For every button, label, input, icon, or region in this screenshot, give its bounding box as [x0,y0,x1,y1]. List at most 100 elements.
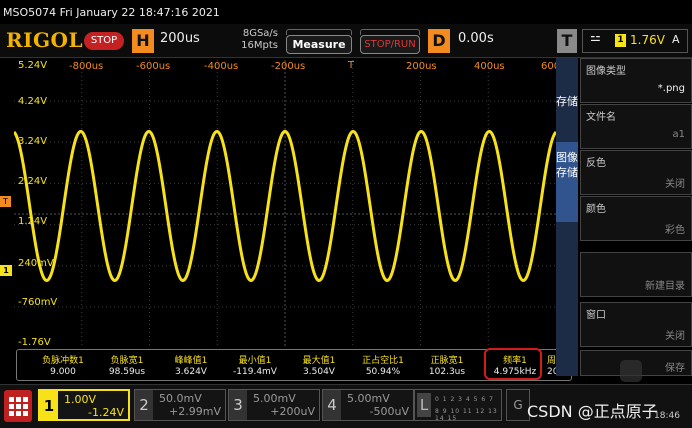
menu-item-title: 窗口 [586,310,606,321]
channel-4-box[interactable]: 4 5.00mV -500uV [322,389,414,421]
channel-number: 2 [135,390,153,420]
camera-icon [620,360,642,382]
channel-offset: -1.24V [88,406,124,419]
measurement-item[interactable]: 正脉宽1 102.3us [415,350,479,380]
title-bar: MSO5074 Fri January 22 18:47:16 2021 [0,0,692,24]
menu-item-value: 关闭 [665,179,685,190]
trigger-coupling: A [672,33,680,46]
measurement-value: -119.4mV [233,367,277,377]
channel-number: 1 [40,391,58,419]
channel-1-offset-marker[interactable]: 1 [0,265,12,276]
time-label: 200us [406,61,437,72]
time-label: -600us [136,61,171,72]
measurement-item[interactable]: 负脉冲数1 9.000 [31,350,95,380]
voltage-label: 240mV [18,258,54,269]
voltage-label: 2.24V [18,176,48,187]
memory-depth: 16Mpts [241,40,278,51]
measurement-name: 正脉宽1 [430,356,464,366]
channel-scale: 5.00mV [347,392,390,405]
voltage-label: -760mV [18,297,58,308]
measurement-item[interactable]: 负脉宽1 98.59us [95,350,159,380]
measurement-value: 3.504V [303,367,335,377]
voltage-label: 5.24V [18,60,48,71]
channel-2-box[interactable]: 2 50.0mV +2.99mV [134,389,226,421]
voltage-label: 1.24V [18,216,48,227]
channel-number: 4 [323,390,341,420]
voltage-label: 3.24V [18,136,48,147]
channel-scale: 5.00mV [253,392,296,405]
measurement-item[interactable]: 最大值1 3.504V [287,350,351,380]
waveform-grid [14,60,556,348]
trigger-position-marker[interactable]: T [348,60,354,71]
menu-color[interactable]: 颜色 彩色 [580,196,692,241]
trigger-level: 1.76V [630,33,665,47]
logic-channels-row2: 8 9 10 11 12 13 14 15 [435,408,498,422]
tab-image-storage-label: 图像存储 [556,151,578,179]
menu-item-title: 颜色 [586,204,606,215]
menu-new-folder[interactable]: 新建目录 [580,252,692,297]
tab-storage-label: 存储 [556,95,578,108]
measurement-item[interactable]: 正占空比1 50.94% [351,350,415,380]
timebase-value[interactable]: 200us [160,31,200,46]
menu-invert[interactable]: 反色 关闭 [580,150,692,195]
channel-offset: -500uV [369,405,409,418]
measurement-value: 3.624V [175,367,207,377]
measurement-value: 9.000 [50,367,76,377]
main-menu-icon[interactable] [4,390,32,422]
menu-image-type[interactable]: 图像类型 *.png [580,58,692,103]
trigger-level-marker[interactable]: T [0,196,11,207]
time-label: -400us [204,61,239,72]
measurement-name: 峰峰值1 [174,356,208,366]
channel-3-box[interactable]: 3 5.00mV +200uV [228,389,320,421]
trigger-key[interactable]: T [557,29,577,53]
measurement-name: 负脉宽1 [110,356,144,366]
trigger-channel-badge: 1 [615,34,626,47]
measurement-item[interactable]: 峰峰值1 3.624V [159,350,223,380]
logic-channels-row1: 0 1 2 3 4 5 6 7 [435,396,494,403]
side-menu: 存储 图像存储 图像类型 *.png 文件名 a1 反色 关闭 颜色 彩色 新建… [556,58,692,376]
menu-item-value: 新建目录 [645,281,685,292]
measurement-name: 最小值1 [238,356,272,366]
tab-image-storage[interactable]: 图像存储 [556,142,578,222]
channel-scale: 1.00V [64,393,97,406]
menu-window[interactable]: 窗口 关闭 [580,302,692,347]
channel-offset: +200uV [270,405,315,418]
logic-analyzer-box[interactable]: L 0 1 2 3 4 5 6 7 8 9 10 11 12 13 14 15 [414,389,502,422]
measure-button[interactable]: Measure [286,29,352,54]
logic-key: L [417,393,431,417]
channel-offset: +2.99mV [169,405,221,418]
menu-item-title: 反色 [586,158,606,169]
stop-run-button[interactable]: STOP/RUN [360,29,420,54]
voltage-label: -1.76V [18,337,51,348]
menu-item-value: 保存 [665,363,685,374]
menu-item-title: 文件名 [586,112,616,123]
measurement-value: 98.59us [108,367,146,377]
delay-key[interactable]: D [428,29,450,53]
measurement-item[interactable]: 最小值1 -119.4mV [223,350,287,380]
tab-storage[interactable]: 存储 [556,80,578,142]
channel-number: 3 [229,390,247,420]
menu-item-value: *.png [657,83,685,94]
measurement-value: 50.94% [365,367,401,377]
menu-item-title: 图像类型 [586,66,626,77]
horizontal-key[interactable]: H [132,29,154,53]
measurement-value: 102.3us [428,367,466,377]
channel-1-box[interactable]: 1 1.00V -1.24V [38,389,130,421]
waveform-display[interactable] [14,60,556,348]
measurement-name: 负脉冲数1 [42,356,84,366]
time-label: 400us [474,61,505,72]
device-title: MSO5074 Fri January 22 18:47:16 2021 [3,6,220,19]
measurement-name: 最大值1 [302,356,336,366]
menu-filename[interactable]: 文件名 a1 [580,104,692,149]
time-label: -800us [69,61,104,72]
frequency-highlight-box [484,348,542,380]
delay-value[interactable]: 0.00s [458,31,494,46]
run-state-badge[interactable]: STOP [84,32,124,50]
menu-item-value: 彩色 [665,225,685,236]
time-label: -200us [271,61,306,72]
menu-item-value: a1 [672,129,686,140]
channel-scale: 50.0mV [159,392,202,405]
clock: 18:46 [654,411,680,421]
watermark: CSDN @正点原子 [527,402,658,421]
rigol-logo: RIGOL [6,28,84,52]
